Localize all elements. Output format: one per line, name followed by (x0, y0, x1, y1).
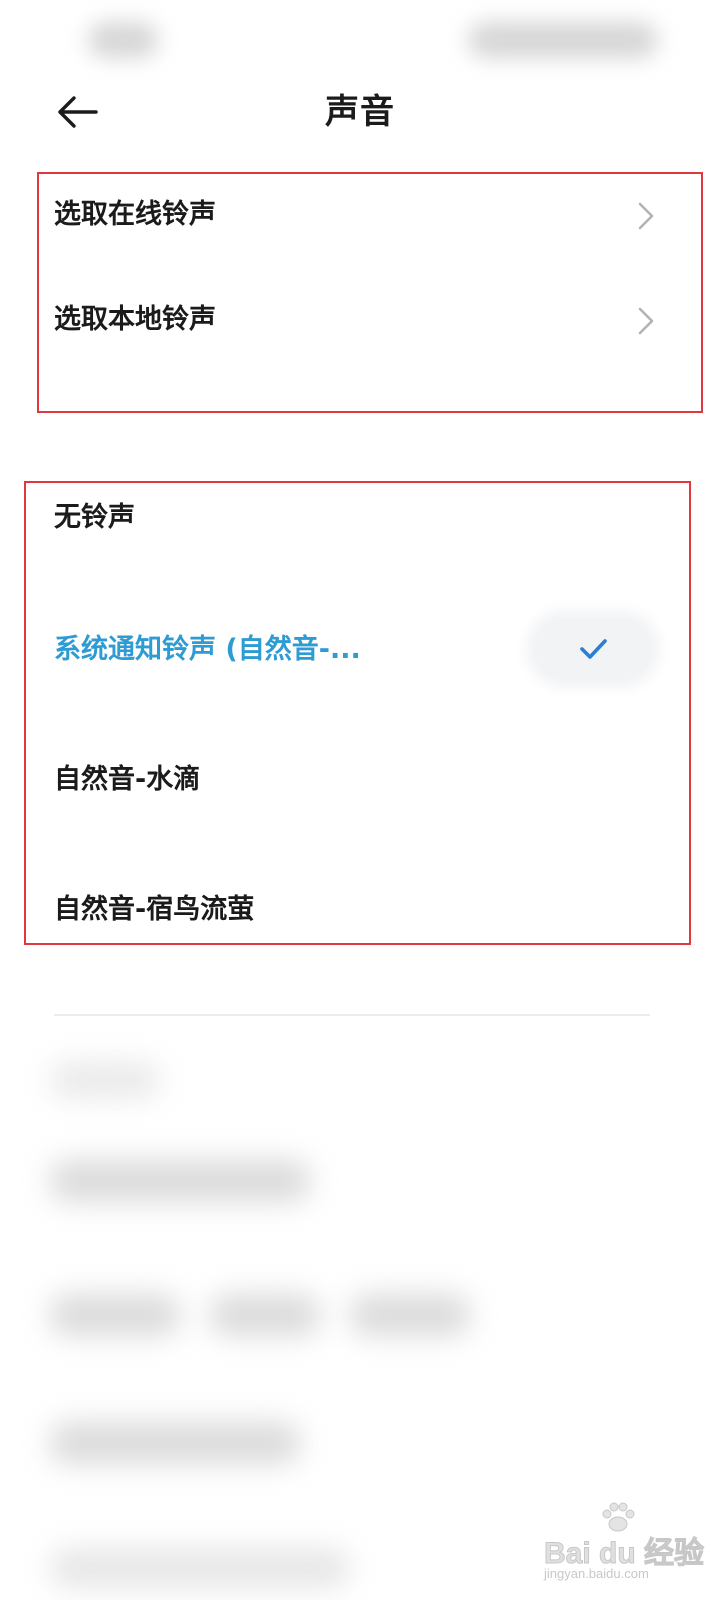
ringtone-item-water-drop[interactable]: 自然音-水滴 (54, 760, 200, 800)
blurred-list-item (50, 1160, 310, 1202)
baidu-jingyan-watermark: Bai du 经验 jingyan.baidu.com (540, 1500, 710, 1590)
blurred-section-header (50, 1062, 160, 1098)
watermark-url: jingyan.baidu.com (544, 1566, 649, 1581)
blurred-list-item (50, 1294, 180, 1336)
status-bar-icons-blurred (468, 22, 658, 58)
ringtone-item-none[interactable]: 无铃声 (54, 498, 135, 538)
highlight-box-ringtone-list (24, 481, 691, 945)
blurred-list-item (50, 1422, 300, 1464)
chevron-right-icon (638, 307, 654, 335)
checkmark-icon (580, 639, 607, 659)
chevron-right-icon (638, 202, 654, 230)
page-title: 声音 (325, 92, 395, 132)
pick-local-ringtone-item[interactable]: 选取本地铃声 (54, 300, 216, 340)
status-bar-time-blurred (88, 22, 158, 58)
blurred-list-item (350, 1294, 470, 1336)
section-divider (54, 1014, 650, 1016)
sound-settings-page: 声音 选取在线铃声 选取本地铃声 无铃声 系统通知铃声 (自然音-... 自然音… (0, 0, 720, 1600)
ringtone-item-bird-firefly[interactable]: 自然音-宿鸟流萤 (54, 890, 254, 930)
blurred-list-item (50, 1548, 350, 1588)
pick-online-ringtone-item[interactable]: 选取在线铃声 (54, 195, 216, 235)
ringtone-item-system-notification[interactable]: 系统通知铃声 (自然音-... (54, 630, 361, 670)
blurred-list-item (210, 1294, 320, 1336)
